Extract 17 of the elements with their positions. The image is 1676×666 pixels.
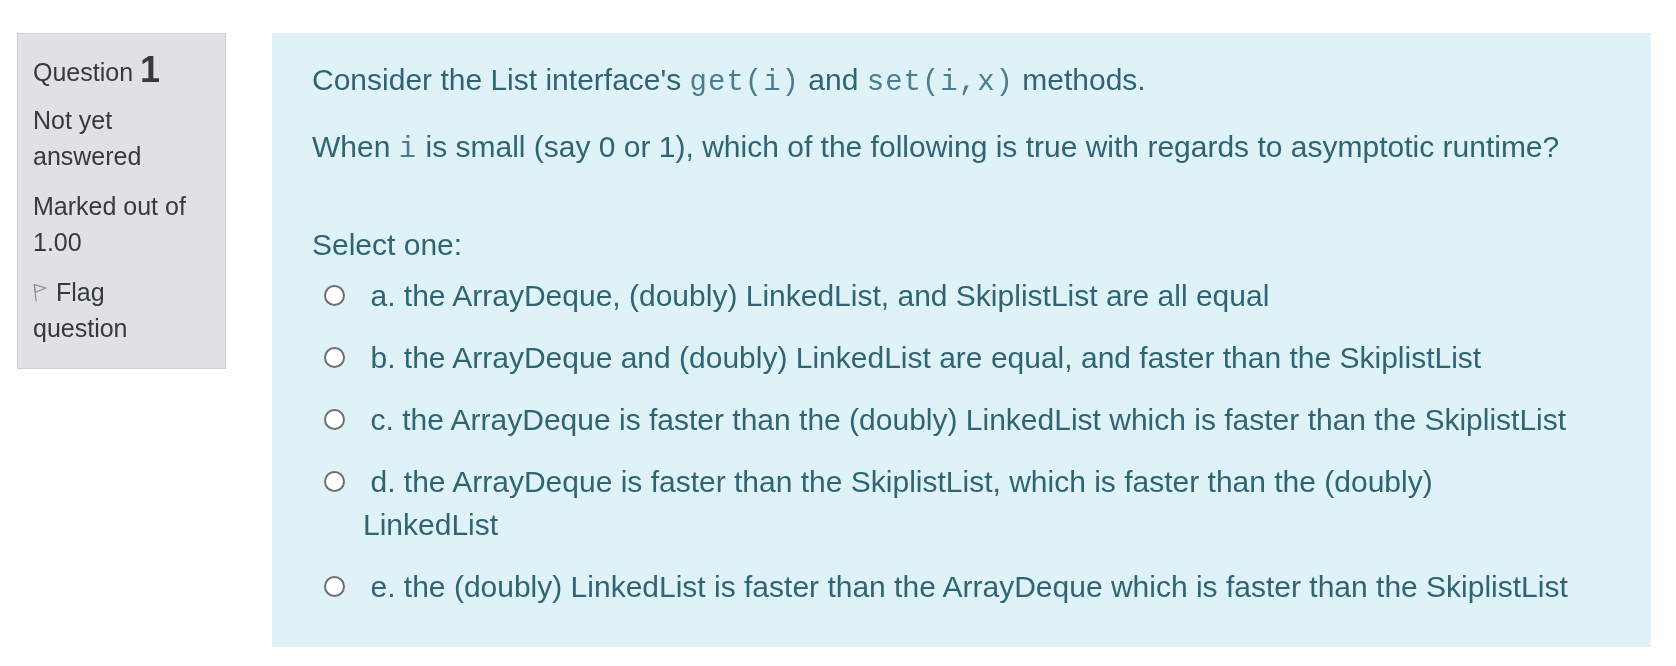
option-label[interactable]: b. the ArrayDeque and (doubly) LinkedList are equal, and faster than the SkiplistList (363, 336, 1482, 379)
option-label[interactable]: c. the ArrayDeque is faster than the (doubly) LinkedList which is faster than the SkiplistList (363, 398, 1567, 441)
question-text: Consider the List interface's get(i) and set(i,x) methods. (312, 62, 1147, 101)
option-label[interactable]: a. the ArrayDeque, (doubly) LinkedList, and SkiplistList are all equal (363, 274, 1270, 317)
option-label[interactable]: d. the ArrayDeque is faster than the SkiplistList, which is faster than the (doubly) LinkedList (363, 460, 1571, 546)
option-label[interactable]: e. the (doubly) LinkedList is faster than the ArrayDeque which is faster than the SkiplistList (363, 565, 1568, 608)
radio-button[interactable] (324, 471, 345, 492)
question-prompt: When i is small (say 0 or 1), which of the following is true with regards to asymptotic runtime? (312, 129, 1561, 168)
select-one-label: Select one: (312, 227, 464, 263)
radio-button[interactable] (324, 347, 345, 368)
question-number: Question 1 (33, 48, 162, 92)
question-grade: Marked out of 1.00 (33, 191, 187, 258)
radio-button[interactable] (324, 576, 345, 597)
question-status: Not yet answered (33, 105, 143, 172)
radio-button[interactable] (324, 409, 345, 430)
flag-question-link[interactable]: Flag question (33, 274, 205, 346)
radio-button[interactable] (324, 285, 345, 306)
